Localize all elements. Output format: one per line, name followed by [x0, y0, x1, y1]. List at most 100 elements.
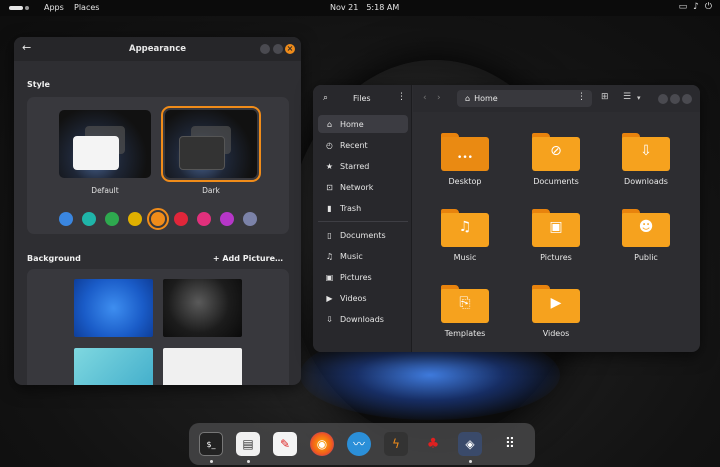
add-picture-button[interactable]: + Add Picture…	[213, 254, 283, 263]
accent-color-swatch[interactable]	[174, 212, 188, 226]
folder-label: Downloads	[624, 177, 668, 186]
back-icon[interactable]: ‹	[423, 93, 427, 103]
workspace-indicator-dot[interactable]	[25, 6, 29, 10]
picture-icon: ▣	[325, 272, 334, 282]
firefox-icon[interactable]: ◉	[310, 432, 334, 456]
desktop-folder-icon: •••	[441, 133, 489, 171]
file-manager-icon[interactable]: ▤	[236, 432, 260, 456]
sidebar-item-pictures[interactable]: ▣ Pictures	[318, 268, 408, 286]
maximize-button[interactable]	[273, 44, 283, 54]
folder-label: Music	[453, 253, 477, 262]
thumb-light-window	[73, 136, 119, 170]
places-menu[interactable]: Places	[74, 3, 99, 12]
sidebar-item-trash[interactable]: ▮ Trash	[318, 199, 408, 217]
view-list-icon[interactable]: ☰	[623, 92, 631, 102]
path-menu-icon[interactable]: ⋮	[577, 92, 586, 102]
folder-glyph: ▶	[550, 295, 562, 311]
folder-music[interactable]: ♫ Music	[425, 209, 505, 262]
folder-label: Pictures	[540, 253, 572, 262]
maximize-button[interactable]	[670, 94, 680, 104]
folder-glyph: ⇩	[640, 143, 652, 159]
sidebar-item-home[interactable]: ⌂ Home	[318, 115, 408, 133]
system-tray[interactable]: ▭ ♪ ⏻	[679, 2, 712, 12]
folder-templates[interactable]: ⎘ Templates	[425, 285, 505, 338]
sidebar-item-music[interactable]: ♫ Music	[318, 247, 408, 265]
metasploit-icon[interactable]: ◈	[458, 432, 482, 456]
burp-suite-icon[interactable]: ϟ	[384, 432, 408, 456]
kali-app-icon[interactable]: 〰	[347, 432, 371, 456]
add-picture-label: Add Picture…	[222, 254, 283, 263]
folder-glyph: ☻	[638, 219, 654, 235]
sidebar-item-downloads[interactable]: ⇩ Downloads	[318, 310, 408, 328]
path-bar[interactable]: ⌂ Home ⋮	[457, 90, 592, 107]
sidebar-item-label: Home	[340, 119, 364, 129]
folder-label: Documents	[533, 177, 579, 186]
accent-color-swatch[interactable]	[197, 212, 211, 226]
theme-default-thumb[interactable]	[59, 110, 151, 178]
kebab-menu-icon[interactable]: ⋮	[397, 92, 406, 102]
folder-glyph: •••	[457, 153, 473, 163]
running-indicator	[469, 460, 472, 463]
sidebar-item-starred[interactable]: ★ Starred	[318, 157, 408, 175]
trash-icon: ▮	[327, 203, 332, 213]
folder-glyph: ▣	[549, 219, 563, 235]
wallpaper-light-thumb[interactable]	[163, 348, 242, 385]
folder-desktop[interactable]: ••• Desktop	[425, 133, 505, 186]
star-icon: ★	[325, 161, 334, 171]
minimize-button[interactable]	[658, 94, 668, 104]
view-options-icon[interactable]: ▾	[637, 94, 641, 102]
sidebar-item-recent[interactable]: ◴ Recent	[318, 136, 408, 154]
accent-color-swatch[interactable]	[128, 212, 142, 226]
wallpaper-blue-thumb[interactable]	[74, 279, 153, 337]
display-icon[interactable]: ▭	[679, 2, 688, 12]
running-indicator	[247, 460, 250, 463]
new-folder-icon[interactable]: ⊞	[601, 92, 609, 102]
folder-downloads[interactable]: ⇩ Downloads	[606, 133, 686, 186]
videos-folder-icon: ▶	[532, 285, 580, 323]
accent-color-swatch[interactable]	[105, 212, 119, 226]
clock-date: Nov 21	[330, 3, 359, 12]
folder-pictures[interactable]: ▣ Pictures	[516, 209, 596, 262]
pictures-folder-icon: ▣	[532, 209, 580, 247]
forward-icon[interactable]: ›	[437, 93, 441, 103]
volume-icon[interactable]: ♪	[693, 2, 699, 12]
folder-label: Public	[634, 253, 658, 262]
wallpaper-teal-thumb[interactable]	[74, 348, 153, 385]
power-icon[interactable]: ⏻	[705, 2, 712, 12]
terminal-icon[interactable]: $_	[199, 432, 223, 456]
close-button[interactable]: ×	[285, 44, 295, 54]
apps-menu[interactable]: Apps	[44, 3, 64, 12]
sidebar-item-network[interactable]: ⊡ Network	[318, 178, 408, 196]
show-apps-icon[interactable]: ⠿	[498, 432, 522, 456]
sidebar-item-label: Videos	[340, 293, 367, 303]
style-heading: Style	[27, 80, 50, 89]
cherrytree-icon[interactable]: ♣	[421, 432, 445, 456]
accent-color-swatch[interactable]	[243, 212, 257, 226]
theme-dark-thumb[interactable]	[161, 106, 261, 182]
search-icon[interactable]: ⌕	[323, 93, 328, 103]
accent-color-swatch[interactable]	[147, 208, 169, 230]
close-button[interactable]	[682, 94, 692, 104]
sidebar-item-label: Music	[340, 251, 363, 261]
sidebar-item-label: Network	[340, 182, 374, 192]
wallpaper-dark-thumb[interactable]	[163, 279, 242, 337]
folder-videos[interactable]: ▶ Videos	[516, 285, 596, 338]
sidebar-item-label: Documents	[340, 230, 386, 240]
folder-public[interactable]: ☻ Public	[606, 209, 686, 262]
accent-color-swatch[interactable]	[220, 212, 234, 226]
text-editor-icon[interactable]: ✎	[273, 432, 297, 456]
sidebar-item-videos[interactable]: ▶ Videos	[318, 289, 408, 307]
accent-color-swatch[interactable]	[82, 212, 96, 226]
sidebar-item-label: Downloads	[340, 314, 384, 324]
downloads-folder-icon: ⇩	[622, 133, 670, 171]
files-window: ⌕ Files ⋮ ⌂ Home ◴ Recent ★ Starred ⊡ Network ▮ T…	[313, 85, 700, 352]
minimize-button[interactable]	[260, 44, 270, 54]
clock[interactable]: Nov 21 5:18 AM	[330, 3, 407, 12]
workspace-indicator[interactable]	[9, 6, 23, 10]
accent-color-swatch[interactable]	[59, 212, 73, 226]
music-icon: ♫	[325, 251, 334, 261]
files-header: ‹ › ⌂ Home ⋮ ⊞ ☰ ▾	[413, 85, 700, 112]
folder-documents[interactable]: ⊘ Documents	[516, 133, 596, 186]
sidebar-item-documents[interactable]: ▯ Documents	[318, 226, 408, 244]
music-folder-icon: ♫	[441, 209, 489, 247]
